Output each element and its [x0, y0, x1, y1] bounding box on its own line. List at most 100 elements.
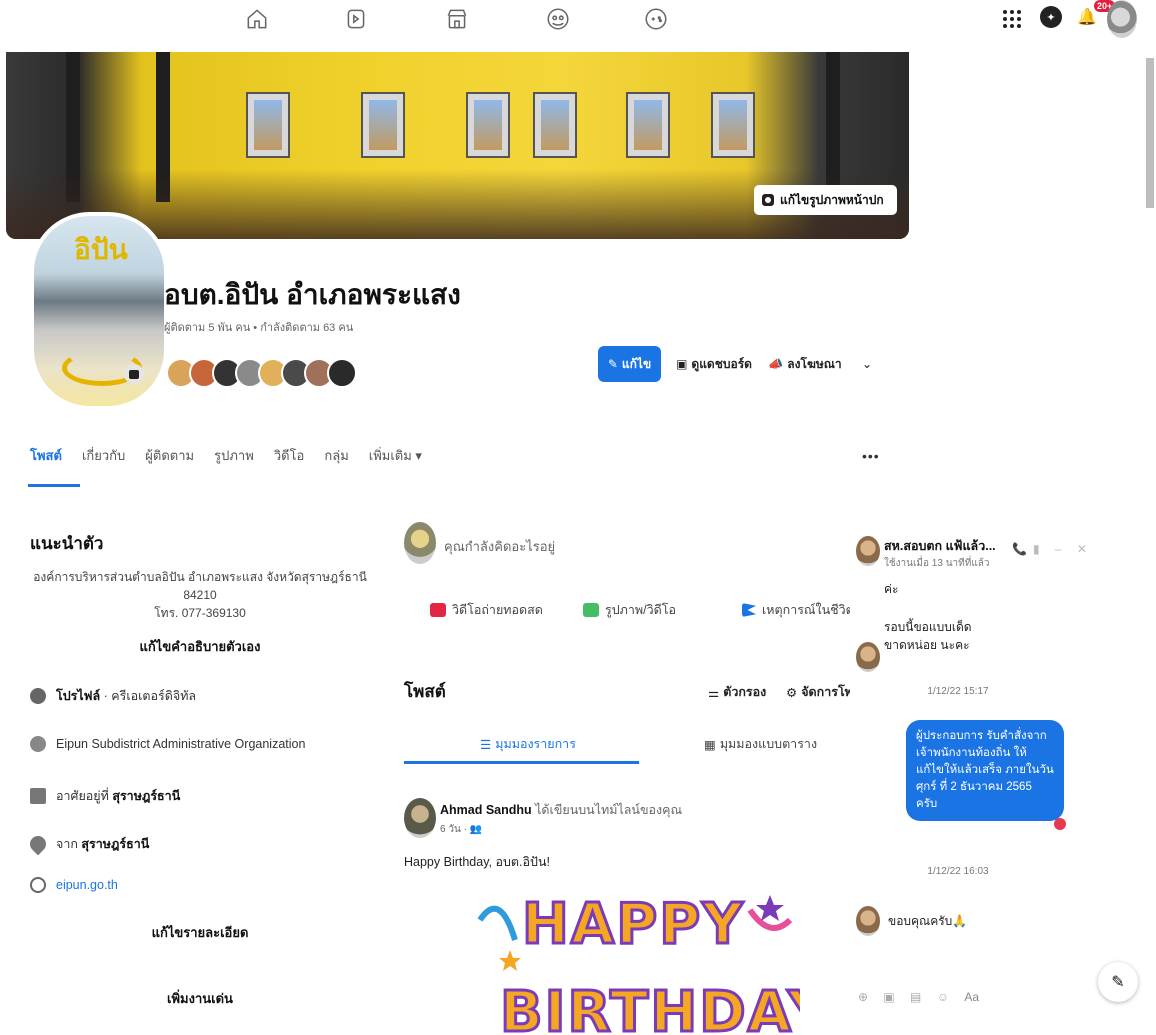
tab-more[interactable]: เพิ่มเติม ▾ [369, 445, 422, 466]
update-profile-picture-camera-icon[interactable] [124, 364, 144, 384]
photo-video-button[interactable]: รูปภาพ/วิดีโอ [583, 600, 676, 620]
intro-phone: โทร. 077-369130 [154, 606, 246, 620]
edit-button[interactable]: ✎ แก้ไข [598, 346, 661, 382]
tab-posts[interactable]: โพสต์ [30, 445, 62, 466]
photo-video-label: รูปภาพ/วิดีโอ [605, 603, 676, 617]
chat-message: ค่ะ [884, 582, 899, 596]
tab-followers[interactable]: ผู้ติดตาม [145, 445, 194, 466]
life-event-label: เหตุการณ์ในชีวิต [762, 603, 854, 617]
edit-cover-button[interactable]: แก้ไขรูปภาพหน้าปก [754, 185, 897, 215]
post-time[interactable]: 6 วัน · [440, 824, 470, 835]
confetti-decoration [477, 895, 793, 971]
edit-bio-button[interactable]: แก้ไขคำอธิบายตัวเอง [30, 636, 370, 657]
new-message-button[interactable]: ✎ [1098, 962, 1138, 1002]
chat-message: รอบนี้ขอแบบเด็ดขาดหน่อย นะคะ [884, 620, 972, 652]
globe-icon [30, 877, 46, 893]
globe-badge-icon [30, 736, 46, 752]
info-icon [30, 688, 46, 704]
intro-item-label: จาก [56, 837, 82, 851]
gaming-icon[interactable] [643, 6, 669, 32]
list-view-indicator [404, 761, 639, 764]
post-text: Happy Birthday, อบต.อิปัน! [404, 855, 550, 869]
dashboard-button[interactable]: ▣ ดูแดชบอร์ด [668, 346, 760, 382]
tab-photos[interactable]: รูปภาพ [214, 445, 254, 466]
live-video-button[interactable]: วิดีโอถ่ายทอดสด [430, 600, 543, 620]
post-author-avatar[interactable] [404, 798, 436, 838]
life-event-button[interactable]: เหตุการณ์ในชีวิต [742, 600, 854, 620]
post-author-name[interactable]: Ahmad Sandhu [440, 803, 532, 817]
profile-logo-text: อิปัน [74, 233, 128, 266]
compose-icon: ✎ [1111, 974, 1125, 991]
tab-groups[interactable]: กลุ่ม [324, 445, 348, 466]
gear-icon: ⚙ [786, 685, 798, 700]
account-avatar[interactable] [1107, 0, 1137, 38]
intro-item-label: อาศัยอยู่ที่ [56, 789, 113, 803]
post-image[interactable]: HAPPY BIRTHDAY [470, 880, 800, 1035]
dashboard-icon: ▣ [676, 357, 688, 371]
follower-avatars[interactable] [166, 358, 357, 388]
live-video-label: วิดีโอถ่ายทอดสด [452, 603, 543, 617]
add-featured-button[interactable]: เพิ่มงานเด่น [30, 988, 370, 1009]
sliders-icon: ⚌ [708, 685, 720, 700]
intro-item-value: สุราษฎร์ธานี [81, 837, 150, 851]
chat-message: ขอบคุณครับ🙏 [888, 914, 968, 928]
intro-item-value: สุราษฎร์ธานี [112, 789, 181, 803]
intro-item-website[interactable]: eipun.go.th [30, 877, 118, 893]
chat-header-actions[interactable]: 📞▮ – ✕ [1012, 542, 1093, 556]
intro-item-name: Eipun Subdistrict Administrative Organiz… [30, 736, 305, 752]
groups-icon[interactable] [545, 6, 571, 32]
live-video-icon [430, 603, 446, 617]
list-view-label: มุมมองรายการ [495, 737, 576, 751]
menu-icon[interactable] [1003, 10, 1021, 28]
messenger-icon[interactable]: ✦ [1040, 6, 1062, 28]
manage-posts-label: จัดการโพ [801, 685, 853, 699]
tab-videos[interactable]: วิดีโอ [274, 445, 305, 466]
more-options-chevron-down-icon[interactable]: ⌄ [852, 346, 882, 382]
post-meta: 6 วัน · 👥 [440, 822, 482, 837]
edit-label: แก้ไข [621, 356, 652, 371]
edit-details-button[interactable]: แก้ไขรายละเอียด [30, 922, 370, 943]
intro-item-label: โปรไฟล์ [56, 689, 101, 703]
active-tab-indicator [28, 484, 80, 487]
scrollbar[interactable] [1146, 58, 1154, 208]
chat-timestamp: 1/12/22 16:03 [927, 866, 989, 877]
grid-view-tab[interactable]: ▦ มุมมองแบบตาราง [704, 734, 817, 754]
chat-input[interactable]: Aa [964, 990, 979, 1004]
advertise-button[interactable]: 📣 ลงโฆษณา [764, 346, 846, 382]
chat-status: ใช้งานเมื่อ 13 นาทีที่แล้ว [884, 558, 990, 569]
intro-item-value: Eipun Subdistrict Administrative Organiz… [56, 737, 306, 751]
intro-item-value: · ครีเอเตอร์ดิจิทัล [100, 689, 197, 703]
chat-message-outgoing: ผู้ประกอบการ รับคำสั่งจากเจ้าพนักงานท้อง… [906, 720, 1064, 821]
intro-item-profile: โปรไฟล์ · ครีเอเตอร์ดิจิทัล [30, 686, 196, 706]
intro-heading: แนะนำตัว [30, 534, 104, 553]
list-view-tab[interactable]: ☰ มุมมองรายการ [480, 734, 576, 754]
manage-posts-button[interactable]: ⚙ จัดการโพ [786, 682, 853, 702]
tab-about[interactable]: เกี่ยวกับ [82, 445, 125, 466]
home-icon[interactable] [244, 6, 270, 32]
website-link[interactable]: eipun.go.th [56, 878, 118, 892]
marketplace-icon[interactable] [444, 6, 470, 32]
post-header: Ahmad Sandhu ได้เขียนบนไทม์ไลน์ของคุณ [440, 800, 682, 820]
intro-item-from: จาก สุราษฎร์ธานี [26, 832, 150, 856]
filters-button[interactable]: ⚌ ตัวกรอง [708, 682, 766, 702]
dashboard-label: ดูแดชบอร์ด [691, 356, 752, 371]
chat-contact-name[interactable]: สห.สอบตก แฟ้แล้ว... [884, 536, 996, 556]
follower-count[interactable]: ผู้ติดตาม 5 พัน คน • กำลังติดตาม 63 คน [164, 318, 353, 336]
intro-description-line: องค์การบริหารส่วนตำบลอิปัน อำเภอพระแสง จ… [33, 570, 367, 602]
grid-view-label: มุมมองแบบตาราง [719, 737, 818, 751]
intro-description: องค์การบริหารส่วนตำบลอิปัน อำเภอพระแสง จ… [30, 568, 370, 622]
camera-icon [762, 194, 774, 206]
advertise-label: ลงโฆษณา [787, 356, 842, 371]
watch-video-icon[interactable] [343, 6, 369, 32]
grid-icon: ▦ [704, 737, 716, 752]
chat-contact-avatar[interactable] [856, 536, 880, 566]
post-action: ได้เขียนบนไทม์ไลน์ของคุณ [531, 803, 683, 817]
intro-item-lives-in: อาศัยอยู่ที่ สุราษฎร์ธานี [30, 786, 180, 806]
tab-more-options-icon[interactable]: ••• [862, 448, 880, 464]
composer-input[interactable]: คุณกำลังคิดอะไรอยู่ [444, 536, 555, 557]
profile-picture[interactable]: อิปัน [30, 212, 168, 410]
audience-icon: 👥 [469, 824, 483, 835]
posts-heading: โพสต์ [404, 682, 446, 701]
chat-composer[interactable]: ⊕ ▣ ▤ ☺ Aa [858, 990, 979, 1004]
photo-icon [583, 603, 599, 617]
